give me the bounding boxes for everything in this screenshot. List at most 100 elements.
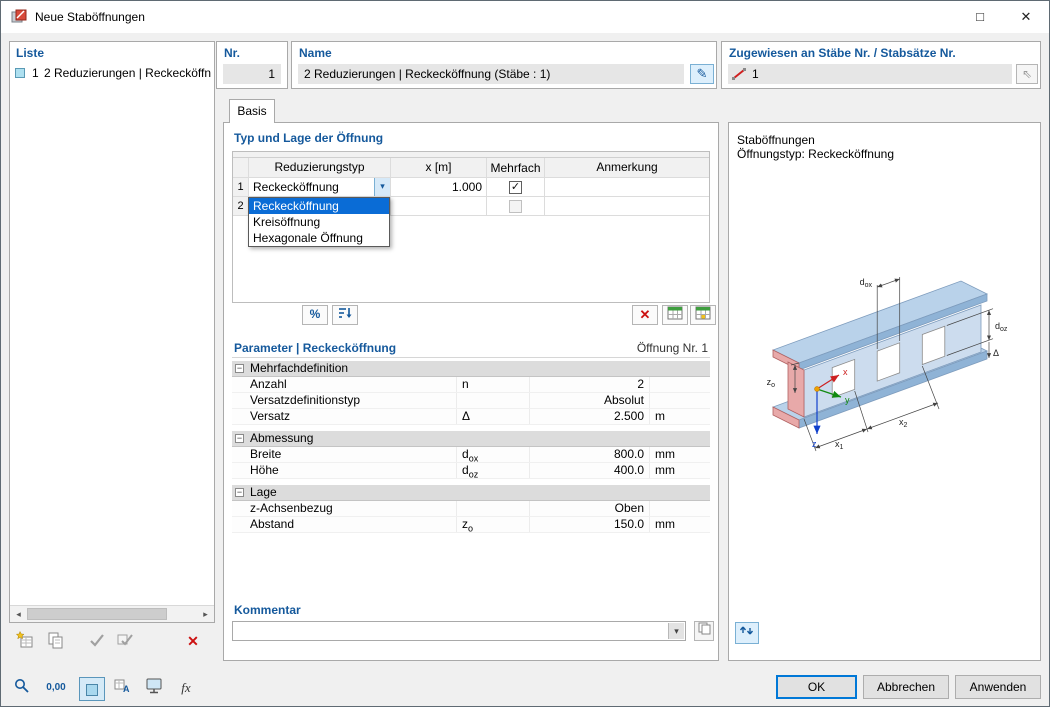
mehrfach-cell[interactable] <box>487 197 545 215</box>
x-cell[interactable] <box>391 197 487 215</box>
chevron-down-icon: ▾ <box>380 181 385 191</box>
collapse-icon[interactable]: − <box>235 434 244 443</box>
export-table-button[interactable] <box>662 305 688 325</box>
param-value[interactable]: 800.0 <box>530 447 650 462</box>
decimal-places-label: 0,00 <box>46 682 66 693</box>
pick-members-button[interactable]: ⇖ <box>1016 64 1038 84</box>
name-panel: Name 2 Reduzierungen | Reckecköffnung (S… <box>291 41 717 89</box>
param-value[interactable]: 2.500 <box>530 409 650 424</box>
row-number[interactable]: 2 <box>233 197 249 215</box>
swap-arrows-icon <box>739 626 754 635</box>
checkbox-checked[interactable]: ✓ <box>509 180 522 194</box>
collapse-icon[interactable]: − <box>235 488 244 497</box>
param-row: z-Achsenbezug Oben <box>232 501 710 517</box>
beam-opening-diagram: dox doz Δ zo x1 x2 x y z <box>767 277 1008 452</box>
copy-item-button[interactable] <box>43 631 67 653</box>
preview-options-button[interactable] <box>735 622 759 644</box>
list-item[interactable]: 1 2 Reduzierungen | Reckecköffn <box>12 64 212 82</box>
search-button[interactable] <box>9 677 35 701</box>
param-value[interactable]: 400.0 <box>530 463 650 478</box>
scroll-thumb[interactable] <box>27 608 167 620</box>
delete-icon: ✕ <box>639 307 651 322</box>
formula-label: fx <box>181 680 191 695</box>
app-icon <box>11 9 27 25</box>
param-value[interactable]: 150.0 <box>530 517 650 532</box>
apply-button[interactable]: Anwenden <box>955 675 1041 699</box>
select-items-button[interactable] <box>85 631 109 653</box>
param-row: Abstand zo 150.0 mm <box>232 517 710 533</box>
x-cell[interactable]: 1.000 <box>391 178 487 196</box>
new-item-button[interactable] <box>13 630 37 653</box>
param-label: z-Achsenbezug <box>232 501 457 516</box>
param-symbol: dox <box>457 447 530 462</box>
svg-text:x1: x1 <box>835 439 844 451</box>
delete-item-button[interactable]: ✕ <box>181 631 205 653</box>
anmerkung-cell[interactable] <box>545 178 709 196</box>
chevron-down-icon[interactable]: ▾ <box>668 623 684 639</box>
list-item-text: 2 Reduzierungen | Reckecköffn <box>44 66 211 80</box>
anmerkung-cell[interactable] <box>545 197 709 215</box>
edit-name-button[interactable]: ✎ <box>690 64 714 84</box>
ok-button[interactable]: OK <box>776 675 857 699</box>
param-row: Anzahl n 2 <box>232 377 710 393</box>
titlebar[interactable]: Neue Staböffnungen □ ✕ <box>1 1 1049 33</box>
svg-text:dox: dox <box>860 277 873 289</box>
param-group-mehrfachdefinition[interactable]: − Mehrfachdefinition <box>232 361 710 377</box>
scroll-right-icon[interactable]: ▸ <box>197 606 214 622</box>
sort-button[interactable] <box>332 305 358 325</box>
deselect-items-button[interactable] <box>113 631 137 653</box>
comment-library-button[interactable] <box>694 621 714 641</box>
param-symbol: n <box>457 377 530 392</box>
param-value[interactable]: 2 <box>530 377 650 392</box>
import-table-button[interactable] <box>690 305 716 325</box>
collapse-icon[interactable]: − <box>235 364 244 373</box>
param-symbol: zo <box>457 517 530 532</box>
delete-rows-button[interactable]: ✕ <box>632 305 658 325</box>
param-label: Anzahl <box>232 377 457 392</box>
ok-label: OK <box>807 680 826 694</box>
opening-section-title: Typ und Lage der Öffnung <box>234 131 384 145</box>
reduzierungstyp-cell[interactable]: Reckecköffnung ▾ <box>249 178 391 196</box>
dropdown-option[interactable]: Hexagonale Öffnung <box>249 230 389 246</box>
param-value[interactable]: Oben <box>530 501 650 516</box>
horizontal-scrollbar[interactable]: ◂ ▸ <box>10 605 214 622</box>
param-group-name: Abmessung <box>250 431 314 445</box>
col-header-num <box>233 158 249 177</box>
param-group-abmessung[interactable]: − Abmessung <box>232 431 710 447</box>
param-group-lage[interactable]: − Lage <box>232 485 710 501</box>
numbering-display-button[interactable]: A <box>109 677 135 701</box>
main-content-panel: Typ und Lage der Öffnung Reduzierungstyp… <box>223 122 719 661</box>
close-button[interactable]: ✕ <box>1003 1 1049 33</box>
param-row: Höhe doz 400.0 mm <box>232 463 710 479</box>
assigned-value-field: 1 <box>728 64 1012 84</box>
param-symbol: Δ <box>457 409 530 424</box>
color-display-button[interactable] <box>79 677 105 701</box>
table-export-icon <box>667 306 683 320</box>
formula-button[interactable]: fx <box>173 677 199 701</box>
param-symbol <box>457 501 530 516</box>
dropdown-option[interactable]: Kreisöffnung <box>249 214 389 230</box>
param-value[interactable]: Absolut <box>530 393 650 408</box>
assigned-panel: Zugewiesen an Stäbe Nr. / Stabsätze Nr. … <box>721 41 1041 89</box>
display-settings-button[interactable] <box>141 677 167 701</box>
maximize-button[interactable]: □ <box>957 1 1003 33</box>
reduzierungstyp-value: Reckecköffnung <box>253 180 339 194</box>
opening-number-label: Öffnung Nr. 1 <box>636 341 708 355</box>
mehrfach-cell[interactable]: ✓ <box>487 178 545 196</box>
decimal-places-button[interactable]: 0,00 <box>41 677 71 701</box>
reduzierungstyp-dropdown-button[interactable]: ▾ <box>374 178 390 196</box>
row-number[interactable]: 1 <box>233 178 249 196</box>
param-table: − Mehrfachdefinition Anzahl n 2 Versatzd… <box>232 361 710 533</box>
col-header-mehrfach: Mehrfach <box>487 158 545 177</box>
preview-panel: Staböffnungen Öffnungstyp: Reckecköffnun… <box>728 122 1041 661</box>
tab-basis[interactable]: Basis <box>229 99 275 123</box>
close-icon: ✕ <box>1020 9 1032 24</box>
list-item-number: 1 <box>32 66 39 80</box>
table-row: 1 Reckecköffnung ▾ 1.000 ✓ <box>233 178 709 197</box>
comment-combobox[interactable]: ▾ <box>232 621 686 641</box>
cancel-button[interactable]: Abbrechen <box>863 675 949 699</box>
scroll-left-icon[interactable]: ◂ <box>10 606 27 622</box>
dropdown-option[interactable]: Reckecköffnung <box>249 198 389 214</box>
percent-button[interactable]: % <box>302 305 328 325</box>
name-value: 2 Reduzierungen | Reckecköffnung (Stäbe … <box>298 64 684 84</box>
